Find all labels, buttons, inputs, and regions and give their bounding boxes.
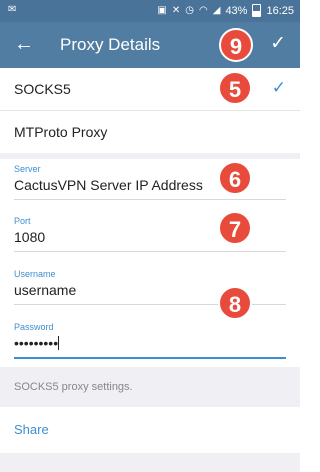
password-label: Password	[14, 322, 54, 332]
page-title: Proxy Details	[60, 35, 161, 54]
share-label: Share	[14, 422, 49, 437]
info-section: SOCKS5 proxy settings.	[0, 367, 300, 407]
selected-check-icon: ✓	[271, 78, 286, 97]
password-value[interactable]: •••••••••	[14, 335, 286, 351]
badge-5: 5	[218, 71, 252, 105]
port-underline	[14, 251, 286, 252]
battery-percent: 43%	[225, 4, 248, 17]
bottom-gap	[0, 453, 300, 472]
password-dots: •••••••••	[14, 335, 59, 351]
badge-9: 9	[219, 28, 253, 62]
image-icon: ▣	[157, 4, 167, 16]
mail-icon: ✉	[8, 4, 17, 15]
done-checkmark-icon[interactable]: ✓	[270, 33, 286, 55]
wifi-icon: ◠	[199, 4, 208, 16]
app-bar: ← Proxy Details ✓	[0, 22, 300, 68]
proxy-type-label: MTProto Proxy	[14, 124, 108, 140]
signal-icon: ◢	[212, 4, 221, 16]
proxy-type-mtproto[interactable]: MTProto Proxy	[0, 111, 300, 153]
info-text: SOCKS5 proxy settings.	[14, 381, 133, 393]
section-gap	[0, 153, 300, 159]
text-cursor	[58, 336, 60, 350]
share-button[interactable]: Share	[0, 407, 300, 453]
back-arrow-icon[interactable]: ←	[14, 33, 34, 55]
password-underline	[14, 357, 286, 359]
password-field[interactable]: Password •••••••••	[14, 322, 286, 359]
proxy-type-socks5[interactable]: SOCKS5 ✓	[0, 68, 300, 110]
server-underline	[14, 199, 286, 200]
username-label: Username	[14, 269, 56, 279]
status-bar: ✉ ▣ ✕ ◷ ◠ ◢ 43% 16:25	[0, 0, 300, 22]
mute-icon: ✕	[171, 4, 181, 16]
clock: 16:25	[266, 4, 294, 17]
badge-8: 8	[218, 286, 252, 320]
proxy-type-label: SOCKS5	[14, 81, 71, 97]
status-icons: ▣ ✕ ◷ ◠ ◢ 43% 16:25	[157, 4, 294, 17]
badge-7: 7	[218, 211, 252, 245]
alarm-icon: ◷	[185, 4, 194, 16]
battery-icon	[252, 4, 262, 17]
badge-6: 6	[218, 161, 252, 195]
